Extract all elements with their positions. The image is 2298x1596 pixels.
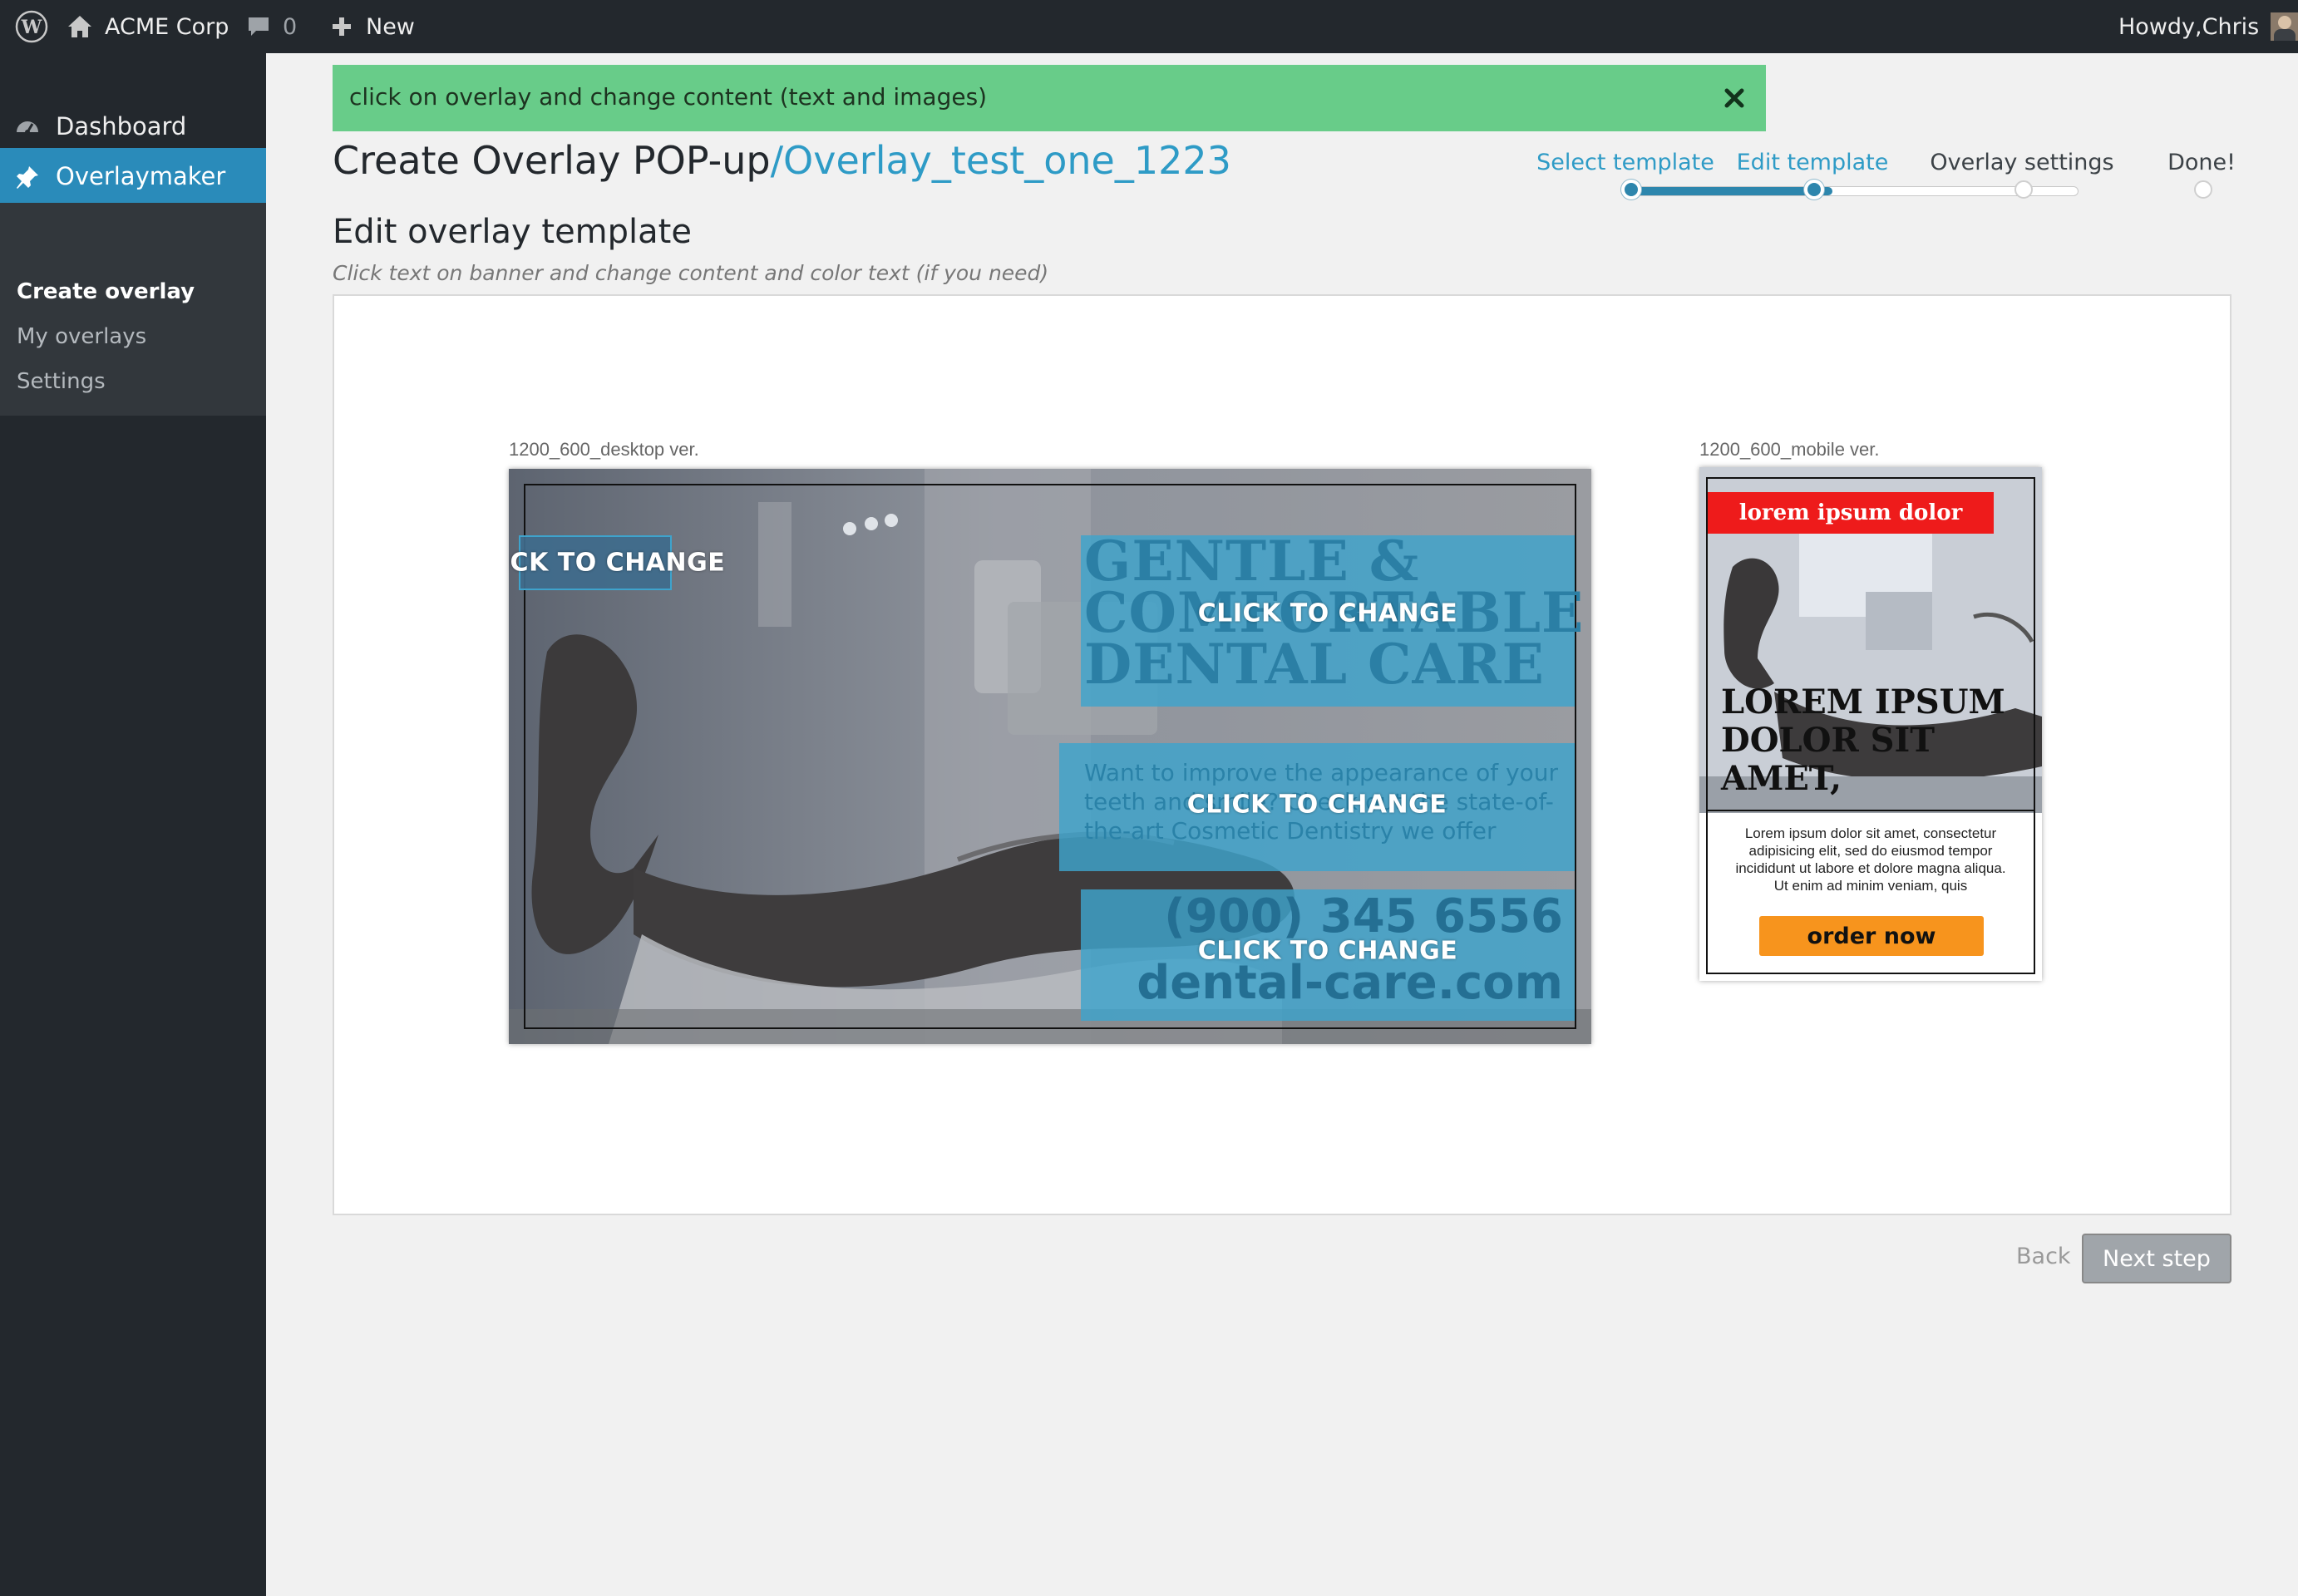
step-dot-3	[2014, 180, 2033, 199]
sidebar-item-overlaymaker[interactable]: Overlaymaker	[0, 148, 266, 204]
greeting: Howdy,Chris	[2118, 13, 2260, 40]
submenu-item-create-overlay[interactable]: Create overlay	[17, 279, 195, 304]
info-notice: click on overlay and change content (tex…	[333, 65, 1766, 131]
desktop-version-label: 1200_600_desktop ver.	[509, 439, 699, 460]
avatar	[2271, 12, 2298, 41]
submenu-item-my-overlays[interactable]: My overlays	[17, 324, 146, 349]
contact-click-to-change[interactable]: CLICK TO CHANGE	[1198, 937, 1457, 966]
overlaymaker-submenu: Create overlay My overlays Settings	[0, 203, 266, 416]
plus-icon	[333, 17, 351, 36]
admin-bar: W ACME Corp 0 New Howdy,Chris	[0, 0, 2298, 53]
notice-text: click on overlay and change content (tex…	[349, 83, 988, 111]
comments-count: 0	[283, 13, 298, 40]
new-content-link[interactable]: New	[331, 0, 415, 53]
home-icon	[68, 16, 91, 37]
comment-bubble-icon	[249, 17, 269, 36]
mobile-tag-label[interactable]: lorem ipsum dolor	[1708, 492, 1994, 534]
site-home-link[interactable]: ACME Corp	[67, 0, 229, 53]
step-dot-2	[1804, 180, 1824, 200]
step-overlay-settings: Overlay settings	[1930, 150, 2114, 175]
headline-click-to-change[interactable]: CLICK TO CHANGE	[1198, 599, 1457, 628]
step-edit-template[interactable]: Edit template	[1737, 150, 1889, 175]
mobile-version-label: 1200_600_mobile ver.	[1699, 439, 1880, 460]
back-button[interactable]: Back	[2016, 1244, 2071, 1269]
pushpin-icon	[17, 166, 38, 189]
desktop-banner-preview: CLICK TO CHANGE GENTLE & COMFORTABLE DEN…	[509, 469, 1591, 1044]
step-dot-1	[1621, 180, 1641, 200]
page-title: Create Overlay POP-up/Overlay_test_one_1…	[333, 138, 1231, 183]
logo-click-to-change[interactable]: CLICK TO CHANGE	[509, 549, 725, 578]
overlay-name: /Overlay_test_one_1223	[770, 138, 1231, 183]
sidebar-item-dashboard[interactable]: Dashboard	[0, 98, 266, 155]
banner-phone[interactable]: (900) 345 6556	[1164, 889, 1563, 943]
account-menu[interactable]: Howdy,Chris	[2118, 0, 2298, 53]
sidebar-item-label: Overlaymaker	[56, 162, 226, 190]
step-done: Done!	[2167, 150, 2236, 175]
section-hint: Click text on banner and change content …	[333, 261, 1049, 285]
progress-fill	[1631, 187, 1832, 195]
site-name: ACME Corp	[105, 13, 229, 40]
submenu-item-settings[interactable]: Settings	[17, 369, 106, 394]
step-select-template[interactable]: Select template	[1536, 150, 1714, 175]
mobile-banner-preview: lorem ipsum dolor LOREM IPSUM DOLOR SIT …	[1699, 467, 2042, 981]
close-icon[interactable]	[1719, 83, 1749, 113]
next-step-button[interactable]: Next step	[2082, 1234, 2231, 1283]
dashboard-gauge-icon	[17, 121, 38, 135]
section-title: Edit overlay template	[333, 213, 692, 251]
page-title-text: Create Overlay POP-up	[333, 138, 771, 183]
mobile-body-text[interactable]: Lorem ipsum dolor sit amet, consectetur …	[1729, 825, 2012, 894]
wordpress-logo-icon[interactable]: W	[15, 0, 48, 53]
order-now-button[interactable]: order now	[1759, 916, 1984, 956]
svg-text:W: W	[21, 17, 42, 38]
mobile-headline[interactable]: LOREM IPSUM DOLOR SIT AMET,	[1721, 683, 2005, 798]
new-label: New	[366, 13, 415, 40]
body-click-to-change[interactable]: CLICK TO CHANGE	[1187, 791, 1447, 820]
comments-link[interactable]: 0	[246, 0, 297, 53]
sidebar-item-label: Dashboard	[56, 112, 187, 140]
mobile-divider	[1706, 810, 2035, 811]
admin-sidebar: Dashboard Overlaymaker Create overlay My…	[0, 53, 266, 1596]
wizard-steps: Select template Edit template Overlay se…	[1530, 141, 2245, 208]
step-dot-4	[2194, 180, 2212, 199]
